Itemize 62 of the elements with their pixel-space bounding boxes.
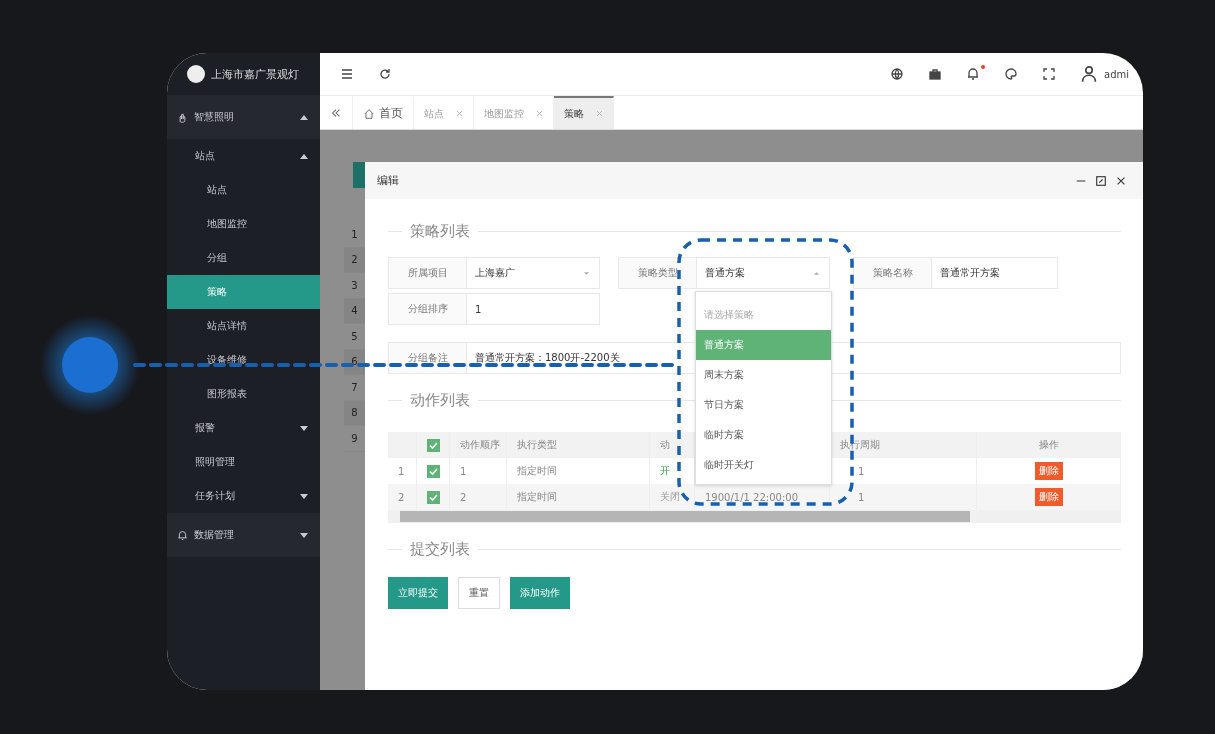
primary-button[interactable]: 立即提交 bbox=[388, 577, 448, 609]
close-icon[interactable] bbox=[596, 110, 603, 117]
row-number: 8 bbox=[344, 400, 365, 426]
menu-icon bbox=[340, 67, 354, 81]
brand-title: 上海市嘉广景观灯 bbox=[211, 66, 299, 82]
sidebar-item[interactable]: 数据管理 bbox=[167, 513, 320, 557]
dropdown-option[interactable]: 临时开关灯 bbox=[696, 450, 831, 480]
checkbox[interactable] bbox=[426, 490, 440, 504]
sidebar-item[interactable]: 地图监控 bbox=[167, 207, 320, 241]
tab[interactable]: 策略 bbox=[554, 96, 614, 129]
sidebar-item[interactable]: 任务计划 bbox=[167, 479, 320, 513]
palette-icon bbox=[1004, 67, 1018, 81]
user-name[interactable]: admi bbox=[1104, 68, 1129, 80]
logo-icon bbox=[187, 65, 205, 83]
input-field[interactable]: 策略名称 普通常开方案 bbox=[853, 257, 1058, 289]
sidebar-item[interactable]: 分组 bbox=[167, 241, 320, 275]
table-cell: 指定时间 bbox=[507, 484, 650, 510]
sidebar-item[interactable]: 站点 bbox=[167, 139, 320, 173]
section-heading: 策略列表 bbox=[410, 221, 470, 241]
primary-button[interactable]: 添加动作 bbox=[510, 577, 570, 609]
close-icon[interactable] bbox=[536, 110, 543, 117]
scrollbar[interactable] bbox=[388, 510, 1121, 523]
select-field[interactable]: 所属项目 上海嘉广 bbox=[388, 257, 600, 289]
sidebar-item[interactable]: 图形报表 bbox=[167, 377, 320, 411]
sidebar-item[interactable]: 照明管理 bbox=[167, 445, 320, 479]
section-heading: 动作列表 bbox=[410, 390, 470, 410]
table-cell: 1 bbox=[830, 484, 977, 510]
notification-icon bbox=[966, 67, 980, 81]
sidebar-item[interactable]: 站点 bbox=[167, 173, 320, 207]
sidebar-item[interactable]: 策略 bbox=[167, 275, 320, 309]
avatar-icon bbox=[1080, 65, 1098, 83]
bell-icon bbox=[177, 529, 188, 541]
reset-button[interactable]: 重置 bbox=[458, 577, 500, 609]
sidebar-item[interactable]: 报警 bbox=[167, 411, 320, 445]
dropdown-option[interactable]: 节日方案 bbox=[696, 390, 831, 420]
fullscreen-icon bbox=[1042, 67, 1056, 81]
refresh-icon bbox=[378, 67, 392, 81]
table-cell: 关闭 bbox=[650, 484, 695, 510]
sidebar-item[interactable]: 站点详情 bbox=[167, 309, 320, 343]
table-cell: 动 bbox=[650, 432, 695, 458]
dropdown-option[interactable]: 周末方案 bbox=[696, 360, 831, 390]
table-cell: 操作 bbox=[977, 432, 1121, 458]
dialog-title: 编辑 bbox=[377, 173, 400, 188]
checkbox[interactable] bbox=[426, 464, 440, 478]
input-field[interactable]: 分组排序 1 bbox=[388, 293, 600, 325]
sidebar-item[interactable]: 智慧照明 bbox=[167, 95, 320, 139]
home-icon bbox=[363, 107, 375, 120]
globe-icon bbox=[890, 67, 904, 81]
row-number: 4 bbox=[344, 298, 365, 324]
table-cell: 动作顺序 bbox=[450, 432, 507, 458]
table-cell: 2 bbox=[450, 484, 507, 510]
briefcase-icon bbox=[928, 67, 942, 81]
dropdown-option[interactable]: 临时方案 bbox=[696, 420, 831, 450]
checkbox[interactable] bbox=[426, 438, 440, 452]
maximize-icon bbox=[1095, 174, 1107, 187]
minimize-icon bbox=[1075, 179, 1087, 182]
close-icon[interactable] bbox=[456, 110, 463, 117]
double-chevron-left-icon bbox=[330, 106, 342, 119]
table-cell: 2 bbox=[388, 484, 417, 510]
row-number: 2 bbox=[344, 247, 365, 273]
table-cell: 执行类型 bbox=[507, 432, 650, 458]
section-heading: 提交列表 bbox=[410, 539, 470, 559]
